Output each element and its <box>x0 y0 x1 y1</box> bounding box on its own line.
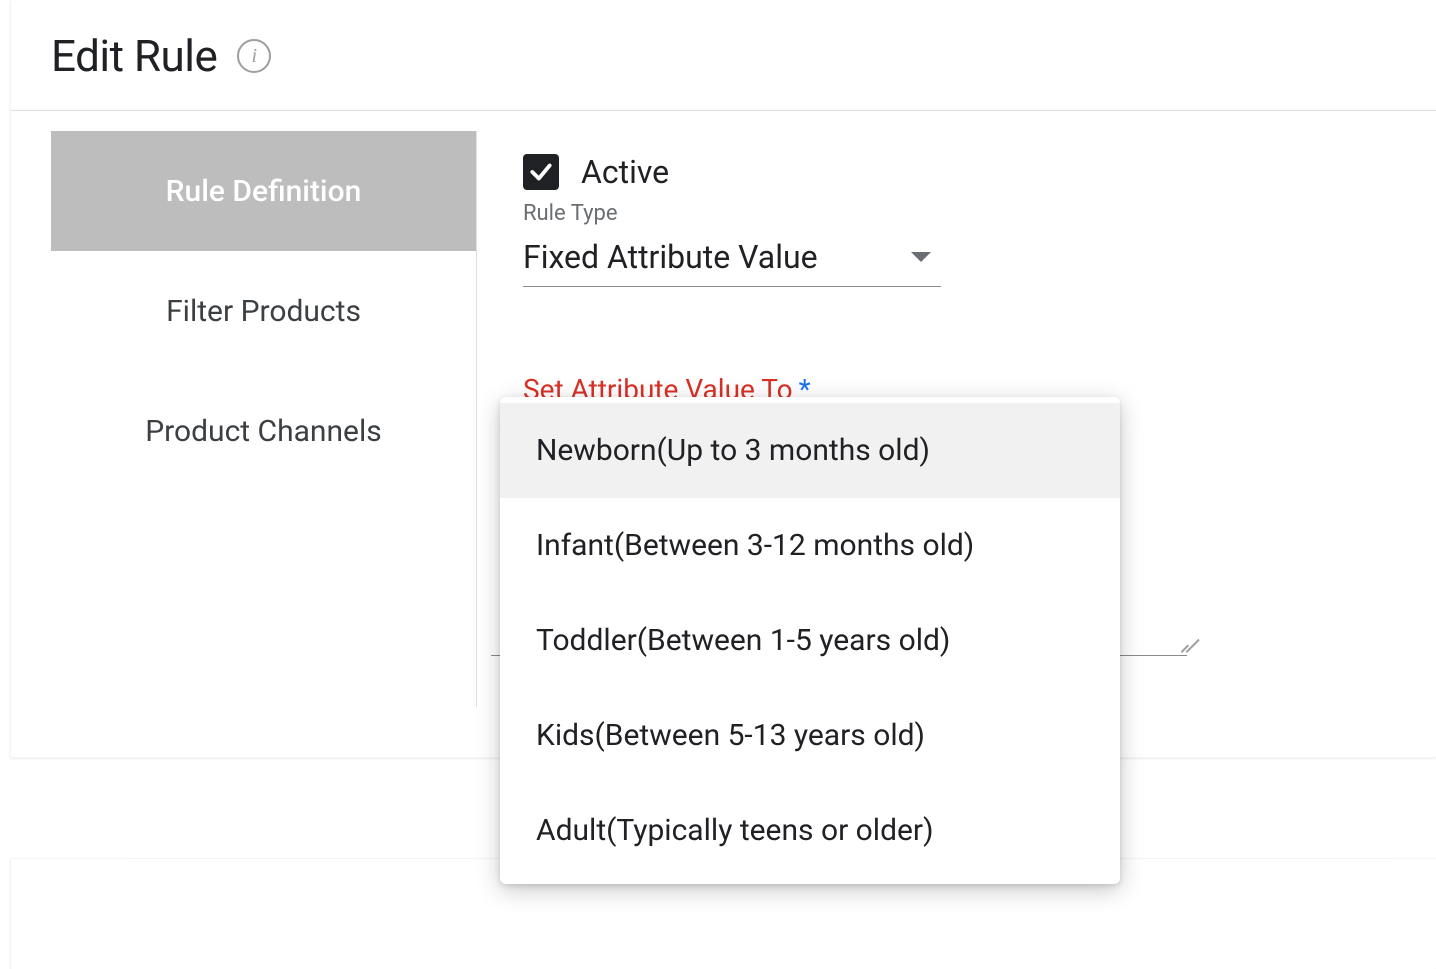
active-row: Active <box>523 153 1396 191</box>
dropdown-option-label: Adult(Typically teens or older) <box>536 813 934 848</box>
rule-type-select[interactable]: Fixed Attribute Value <box>523 232 941 287</box>
dropdown-option-label: Toddler(Between 1-5 years old) <box>536 623 950 658</box>
tab-label: Rule Definition <box>166 174 362 209</box>
tab-product-channels[interactable]: Product Channels <box>51 371 476 491</box>
dropdown-option-infant[interactable]: Infant(Between 3-12 months old) <box>500 498 1120 593</box>
attribute-value-dropdown: Newborn(Up to 3 months old) Infant(Betwe… <box>500 397 1120 884</box>
tabs-column: Rule Definition Filter Products Product … <box>51 131 477 707</box>
textarea-resize-handle[interactable] <box>1165 631 1187 653</box>
active-checkbox[interactable] <box>523 154 559 190</box>
dropdown-option-toddler[interactable]: Toddler(Between 1-5 years old) <box>500 593 1120 688</box>
dropdown-option-kids[interactable]: Kids(Between 5-13 years old) <box>500 688 1120 783</box>
active-label: Active <box>581 153 669 191</box>
tab-label: Filter Products <box>166 294 361 329</box>
tab-label: Product Channels <box>145 414 382 449</box>
page-title: Edit Rule <box>51 30 217 82</box>
dropdown-option-newborn[interactable]: Newborn(Up to 3 months old) <box>500 403 1120 498</box>
tab-rule-definition[interactable]: Rule Definition <box>51 131 476 251</box>
dropdown-option-label: Kids(Between 5-13 years old) <box>536 718 925 753</box>
check-icon <box>528 159 554 185</box>
rule-type-value: Fixed Attribute Value <box>523 238 818 276</box>
chevron-down-icon <box>911 252 931 262</box>
dropdown-option-adult[interactable]: Adult(Typically teens or older) <box>500 783 1120 878</box>
tab-filter-products[interactable]: Filter Products <box>51 251 476 371</box>
rule-type-label: Rule Type <box>523 201 1396 226</box>
dropdown-option-label: Infant(Between 3-12 months old) <box>536 528 974 563</box>
dropdown-option-label: Newborn(Up to 3 months old) <box>536 433 930 468</box>
info-icon[interactable]: i <box>237 39 271 73</box>
card-header: Edit Rule i <box>11 0 1436 111</box>
